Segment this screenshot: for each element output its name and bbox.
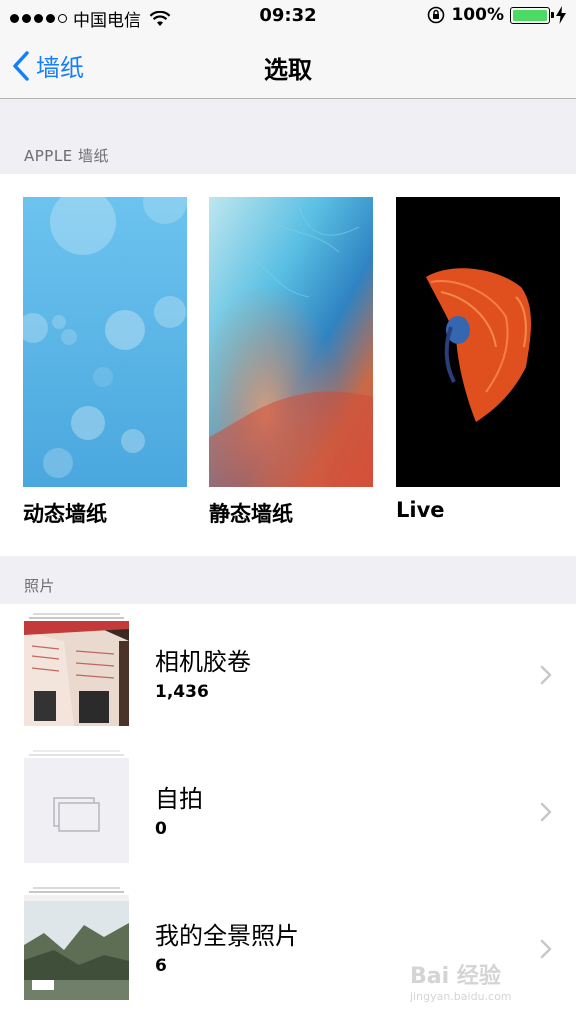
status-bar: 中国电信 09:32 100% [0, 0, 576, 34]
album-thumbnail [24, 887, 129, 1000]
battery-percentage: 100% [451, 5, 504, 25]
panoramas-thumbnail [24, 895, 129, 1000]
album-title: 我的全景照片 [155, 922, 299, 950]
wallpaper-static[interactable] [209, 197, 373, 487]
wallpaper-static-label: 静态墙纸 [209, 502, 293, 526]
watermark-url: jingyan.baidu.com [410, 990, 512, 1003]
wallpaper-live-label: Live [396, 498, 445, 522]
section-header-apple: APPLE 墙纸 [24, 147, 109, 165]
empty-album-icon [53, 797, 100, 832]
apple-wallpapers: 动态墙纸 静态墙纸 Live [0, 174, 576, 556]
disclosure-chevron-icon [540, 802, 552, 822]
charging-bolt-icon [556, 6, 566, 24]
battery-fill [513, 9, 547, 21]
dynamic-wallpaper-image [23, 197, 187, 487]
navigation-bar: 墙纸 选取 [0, 34, 576, 99]
camera-roll-thumbnail [24, 621, 129, 726]
album-count: 6 [155, 956, 167, 976]
album-row-selfies[interactable]: 自拍 0 [0, 741, 576, 878]
disclosure-chevron-icon [540, 939, 552, 959]
static-wallpaper-image [209, 197, 373, 487]
disclosure-chevron-icon [540, 665, 552, 685]
battery-icon [510, 6, 554, 24]
wallpaper-live[interactable] [396, 197, 560, 487]
wallpaper-dynamic-label: 动态墙纸 [23, 502, 107, 526]
orientation-lock-icon [428, 6, 445, 24]
wallpaper-dynamic[interactable] [23, 197, 187, 487]
album-title: 自拍 [155, 785, 203, 813]
album-title: 相机胶卷 [155, 648, 251, 676]
section-header-photos: 照片 [24, 577, 56, 595]
album-thumbnail [24, 750, 129, 863]
live-wallpaper-image [396, 197, 560, 487]
status-right: 100% [427, 5, 566, 25]
album-row-camera-roll[interactable]: 相机胶卷 1,436 [0, 604, 576, 741]
album-count: 0 [155, 819, 167, 839]
watermark-brand: Bai 经验 [410, 964, 501, 989]
page-title: 选取 [264, 56, 312, 84]
watermark: Bai 经验 jingyan.baidu.com [410, 958, 570, 1018]
album-thumbnail [24, 613, 129, 726]
album-count: 1,436 [155, 682, 209, 702]
selfies-thumbnail [24, 758, 129, 863]
